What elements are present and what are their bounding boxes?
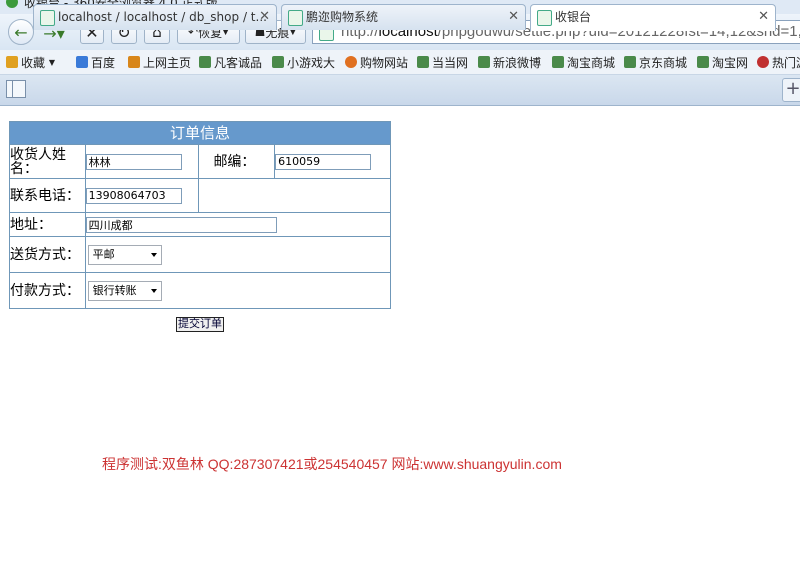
bookmark-item[interactable]: 收藏 ▼ (6, 53, 55, 71)
back-button[interactable]: ← (8, 19, 34, 45)
order-title: 订单信息 (9, 121, 391, 145)
tab-label: 收银台 (555, 10, 592, 24)
footer-credit: 程序测试:双鱼林 QQ:287307421或254540457 网站:www.s… (102, 456, 562, 472)
bookmark-label: 京东商城 (639, 55, 688, 70)
address-input[interactable] (85, 216, 277, 233)
bookmark-item[interactable]: 百度 (76, 53, 115, 71)
bookmark-label: 小游戏大 (287, 55, 336, 70)
submit-order-button[interactable]: 提交订单 (176, 317, 224, 332)
phone-input[interactable] (85, 187, 182, 204)
bookmark-icon (624, 56, 636, 68)
bookmark-label: 百度 (91, 55, 116, 70)
bookmark-label: 热门游 (772, 55, 800, 70)
receiver-name-label: 收货人姓名： (9, 144, 86, 179)
bookmark-item[interactable]: 京东商城 (624, 53, 687, 71)
close-icon[interactable]: ✕ (259, 5, 270, 29)
tab-label: localhost / localhost / db_shop / t... (58, 10, 267, 24)
star-icon (6, 56, 18, 68)
back-arrow-icon: ← (14, 22, 28, 42)
phone-label: 联系电话： (9, 178, 86, 213)
chevron-down-icon (150, 252, 157, 257)
order-form: 订单信息 收货人姓名： 邮编： 联系电话： 地址： 送货方式： 平邮 付款方式：… (9, 121, 392, 309)
bookmark-item[interactable]: 小游戏大 (272, 53, 335, 71)
page-icon (40, 10, 55, 26)
bookmark-label: 新浪微博 (493, 55, 542, 70)
sidebar-toggle-button[interactable] (6, 80, 26, 98)
zip-input[interactable] (275, 153, 372, 170)
bookmark-label: 当当网 (432, 55, 469, 70)
address-label: 地址： (9, 212, 86, 237)
tab-shop-system[interactable]: 鹏迩购物系统 ✕ (281, 4, 526, 30)
shipping-value: 平邮 (92, 247, 115, 261)
close-icon[interactable]: ✕ (758, 5, 769, 29)
page-icon (537, 10, 552, 26)
plus-icon: + (785, 78, 800, 99)
payment-value: 银行转账 (92, 283, 137, 297)
bookmark-icon (345, 56, 357, 68)
bookmark-label: 收藏 (21, 55, 46, 70)
new-tab-button[interactable]: + (782, 78, 800, 102)
bookmark-icon (199, 56, 211, 68)
tab-label: 鹏迩购物系统 (306, 10, 379, 24)
receiver-name-input[interactable] (85, 153, 182, 170)
chevron-down-icon: ▼ (48, 57, 55, 67)
payment-select[interactable]: 银行转账 (87, 280, 162, 301)
bookmark-item[interactable]: 淘宝网 (697, 53, 748, 71)
bookmark-item[interactable]: 上网主页 (128, 53, 191, 71)
bookmark-icon (697, 56, 709, 68)
tab-checkout[interactable]: 收银台 ✕ (530, 4, 776, 31)
bookmark-label: 购物网站 (360, 55, 409, 70)
bookmark-icon (417, 56, 429, 68)
bookmark-label: 淘宝网 (712, 55, 749, 70)
shipping-label: 送货方式： (9, 236, 86, 273)
browser-logo-icon (6, 0, 18, 8)
bookmark-icon (76, 56, 88, 68)
bookmark-item[interactable]: 淘宝商城 (552, 53, 615, 71)
bookmark-item[interactable]: 购物网站 (345, 53, 408, 71)
page-icon (288, 10, 303, 26)
bookmark-item[interactable]: 新浪微博 (478, 53, 541, 71)
chevron-down-icon (150, 288, 157, 293)
zip-label: 邮编： (198, 144, 276, 179)
close-icon[interactable]: ✕ (508, 5, 519, 29)
tab-strip (0, 75, 800, 106)
bookmark-label: 凡客诚品 (214, 55, 263, 70)
bookmark-icon (272, 56, 284, 68)
bookmarks-bar: 收藏 ▼ 百度 上网主页 凡客诚品 小游戏大 购物网站 当当网 新浪微博 淘宝商… (0, 50, 800, 75)
shipping-select[interactable]: 平邮 (87, 244, 162, 265)
empty-cell (198, 178, 391, 213)
bookmark-label: 上网主页 (143, 55, 192, 70)
payment-label: 付款方式： (9, 272, 86, 309)
tab-phpmyadmin[interactable]: localhost / localhost / db_shop / t... ✕ (33, 4, 277, 30)
bookmark-icon (552, 56, 564, 68)
bookmark-icon (478, 56, 490, 68)
bookmark-icon (128, 56, 140, 68)
bookmark-item[interactable]: 热门游 (757, 53, 800, 71)
bookmark-item[interactable]: 当当网 (417, 53, 468, 71)
bookmark-label: 淘宝商城 (567, 55, 616, 70)
bookmark-item[interactable]: 凡客诚品 (199, 53, 262, 71)
bookmark-icon (757, 56, 769, 68)
